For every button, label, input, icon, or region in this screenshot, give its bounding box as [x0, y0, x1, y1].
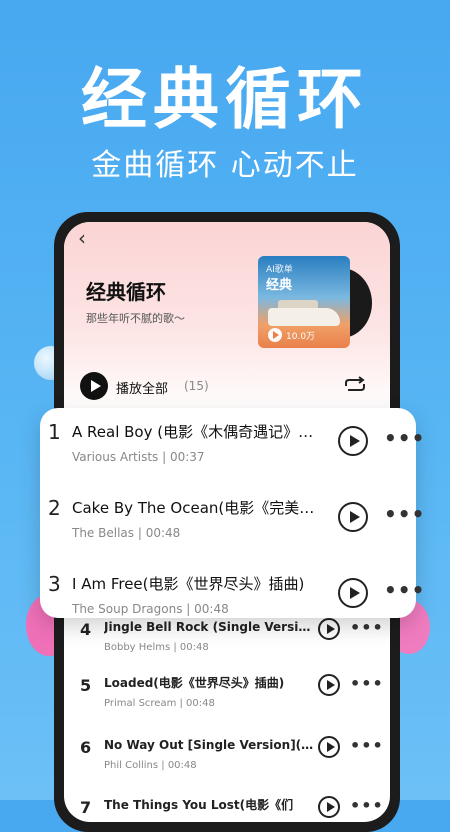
play-icon[interactable] [338, 426, 368, 456]
playlist-subtitle: 那些年听不腻的歌～ [86, 312, 185, 325]
highlight-song-row[interactable]: 2 Cake By The Ocean(电影《完美音调3》插曲) The Bel… [40, 490, 424, 556]
more-icon[interactable]: ••• [384, 578, 425, 602]
cover-play-icon [268, 328, 282, 342]
promo-headline: 经典循环 [81, 61, 369, 138]
back-icon[interactable]: ‹ [78, 226, 86, 250]
song-number: 6 [80, 738, 92, 757]
song-number: 3 [48, 572, 61, 596]
playlist-cover[interactable]: AI歌单 经典 10.0万 [258, 256, 350, 348]
song-number: 2 [48, 496, 61, 520]
song-row[interactable]: 7 The Things You Lost(电影《们 ••• [64, 784, 390, 822]
play-icon[interactable] [318, 796, 340, 818]
song-title[interactable]: A Real Boy (电影《木偶奇遇记》插曲) [72, 421, 324, 442]
song-title[interactable]: I Am Free(电影《世界尽头》插曲) [72, 573, 324, 594]
loop-icon[interactable] [342, 374, 368, 396]
song-number: 5 [80, 676, 92, 695]
song-row[interactable]: 6 No Way Out [Single Version](电影《熊的传说》插曲… [64, 724, 390, 786]
play-all-row[interactable]: 播放全部 (15) [80, 372, 380, 402]
song-meta: The Bellas | 00:48 [72, 526, 181, 540]
play-icon[interactable] [318, 736, 340, 758]
highlight-song-row[interactable]: 3 I Am Free(电影《世界尽头》插曲) The Soup Dragons… [40, 566, 424, 632]
play-all-icon[interactable] [80, 372, 108, 400]
song-meta: Bobby Helms | 00:48 [104, 642, 209, 653]
song-meta: Primal Scream | 00:48 [104, 698, 215, 709]
song-number: 1 [48, 420, 61, 444]
highlight-song-card: 1 A Real Boy (电影《木偶奇遇记》插曲) Various Artis… [40, 408, 424, 618]
cover-word: 经典 [266, 278, 293, 293]
more-icon[interactable]: ••• [384, 426, 425, 450]
play-icon[interactable] [318, 674, 340, 696]
more-icon[interactable]: ••• [350, 674, 384, 693]
song-row[interactable]: 5 Loaded(电影《世界尽头》插曲) Primal Scream | 00:… [64, 662, 390, 724]
playlist-title: 经典循环 [86, 280, 166, 304]
song-title[interactable]: Cake By The Ocean(电影《完美音调3》插曲) [72, 497, 324, 518]
song-meta: Various Artists | 00:37 [72, 450, 205, 464]
song-number: 7 [80, 798, 92, 817]
more-icon[interactable]: ••• [350, 736, 384, 755]
more-icon[interactable]: ••• [384, 502, 425, 526]
song-title[interactable]: No Way Out [Single Version](电影《熊的传说》插曲) [104, 736, 314, 753]
play-icon[interactable] [338, 578, 368, 608]
play-icon[interactable] [338, 502, 368, 532]
song-meta: The Soup Dragons | 00:48 [72, 602, 229, 616]
cover-playcount: 10.0万 [286, 332, 316, 342]
song-meta: Phil Collins | 00:48 [104, 760, 197, 771]
song-title[interactable]: Loaded(电影《世界尽头》插曲) [104, 674, 314, 691]
song-title[interactable]: The Things You Lost(电影《们 [104, 796, 314, 813]
promo-subline: 金曲循环 心动不止 [91, 148, 359, 183]
play-all-label[interactable]: 播放全部 [116, 378, 168, 397]
highlight-song-row[interactable]: 1 A Real Boy (电影《木偶奇遇记》插曲) Various Artis… [40, 414, 424, 480]
boat-hull [268, 308, 340, 326]
play-all-count: (15) [184, 379, 209, 393]
more-icon[interactable]: ••• [350, 796, 384, 815]
